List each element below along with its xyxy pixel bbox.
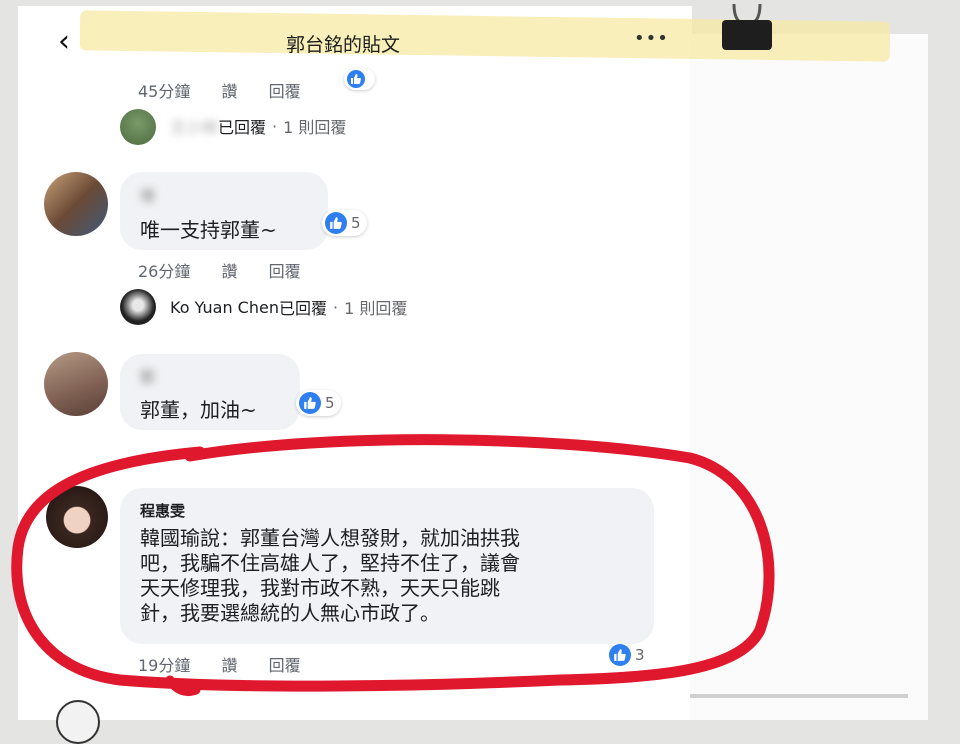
red-highlight-circle (11, 434, 775, 697)
